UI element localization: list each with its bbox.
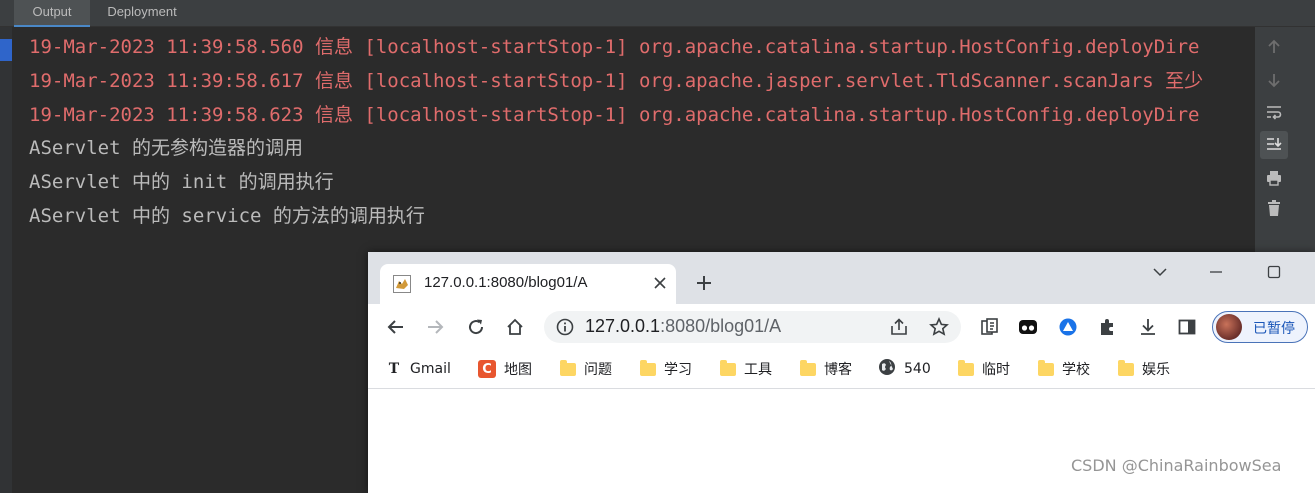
folder-icon — [958, 359, 974, 376]
arrow-up-icon[interactable] — [1261, 34, 1287, 60]
scroll-to-end-icon[interactable] — [1260, 131, 1288, 159]
tampermonkey-icon[interactable] — [1016, 315, 1040, 339]
bookmarks-bar: T Gmail C 地图 问题 学习 工具 博客 540 临时 学校 娱乐 — [368, 350, 1315, 389]
soft-wrap-icon[interactable] — [1261, 99, 1287, 125]
bookmark-label: 地图 — [504, 362, 532, 378]
minimize-icon[interactable] — [1201, 260, 1231, 284]
log-line: AServlet 的无参构造器的调用 — [29, 137, 303, 159]
tab-deployment[interactable]: Deployment — [92, 0, 192, 26]
bookmark-folder[interactable]: 娱乐 — [1118, 358, 1170, 380]
arrow-down-icon[interactable] — [1261, 67, 1287, 93]
log-line: 19-Mar-2023 11:39:58.623 信息 [localhost-s… — [29, 104, 1200, 126]
bookmark-label: Gmail — [410, 361, 451, 377]
watermark: CSDN @ChinaRainbowSea — [1071, 456, 1282, 475]
avatar — [1216, 314, 1242, 340]
url-host: 127.0.0.1 — [585, 316, 661, 336]
folder-icon — [1038, 359, 1054, 376]
bookmark-folder[interactable]: 学习 — [640, 358, 692, 380]
log-line: AServlet 中的 service 的方法的调用执行 — [29, 205, 425, 227]
bookmark-folder[interactable]: 工具 — [720, 358, 772, 380]
bookmark-label: 临时 — [982, 362, 1010, 378]
profile-button[interactable]: 已暂停 — [1212, 311, 1308, 343]
back-arrow-icon[interactable] — [382, 313, 410, 341]
bookmark-folder[interactable]: 博客 — [800, 358, 852, 380]
bookmark-label: 工具 — [744, 362, 772, 378]
folder-icon — [640, 359, 656, 376]
new-tab-plus-icon[interactable] — [691, 270, 717, 296]
bookmark-label: 学校 — [1062, 362, 1090, 378]
log-line: AServlet 中的 init 的调用执行 — [29, 171, 334, 193]
browser-toolbar: 127.0.0.1:8080/blog01/A 已暂停 — [368, 304, 1315, 350]
gmail-icon: T — [388, 361, 400, 377]
console-gutter — [0, 27, 12, 493]
bookmark-label: 博客 — [824, 362, 852, 378]
maps-icon: C — [478, 360, 496, 378]
browser-titlebar: 127.0.0.1:8080/blog01/A — [368, 252, 1315, 304]
bookmark-label: 540 — [904, 361, 931, 377]
bookmark-maps[interactable]: C 地图 — [478, 358, 532, 380]
close-icon[interactable] — [650, 273, 670, 293]
folder-icon — [720, 359, 736, 376]
globe-icon — [878, 358, 896, 380]
log-line: 19-Mar-2023 11:39:58.617 信息 [localhost-s… — [29, 70, 1204, 92]
trash-icon[interactable] — [1261, 195, 1287, 221]
url-path: :8080/blog01/A — [660, 316, 782, 336]
address-bar[interactable]: 127.0.0.1:8080/blog01/A — [544, 311, 961, 343]
tab-output[interactable]: Output — [14, 0, 90, 27]
bookmark-folder[interactable]: 学校 — [1038, 358, 1090, 380]
bookmark-label: 学习 — [664, 362, 692, 378]
folder-icon — [800, 359, 816, 376]
folder-icon — [1118, 359, 1134, 376]
bookmark-label: 问题 — [584, 362, 612, 378]
gutter-marker — [0, 39, 12, 61]
bookmark-label: 娱乐 — [1142, 362, 1170, 378]
reload-icon[interactable] — [462, 313, 490, 341]
bookmark-gmail[interactable]: T Gmail — [386, 358, 451, 380]
side-panel-icon[interactable] — [1175, 315, 1199, 339]
bookmark-folder[interactable]: 临时 — [958, 358, 1010, 380]
folder-icon — [560, 359, 576, 376]
download-icon[interactable] — [1136, 315, 1160, 339]
url-text[interactable]: 127.0.0.1:8080/blog01/A — [585, 316, 781, 337]
star-icon[interactable] — [929, 317, 949, 341]
browser-tab[interactable]: 127.0.0.1:8080/blog01/A — [380, 264, 676, 304]
forward-arrow-icon[interactable] — [421, 313, 449, 341]
chevron-down-icon[interactable] — [1145, 260, 1175, 284]
maximize-icon[interactable] — [1259, 260, 1289, 284]
extension-triangle-icon[interactable] — [1056, 315, 1080, 339]
log-line: 19-Mar-2023 11:39:58.560 信息 [localhost-s… — [29, 36, 1200, 58]
profile-status-label: 已暂停 — [1253, 321, 1295, 337]
tab-title: 127.0.0.1:8080/blog01/A — [424, 274, 588, 291]
reading-list-icon[interactable] — [978, 315, 1002, 339]
info-icon[interactable] — [556, 318, 574, 340]
page-content[interactable] — [368, 389, 1315, 493]
print-icon[interactable] — [1261, 165, 1287, 191]
ide-tab-bar: Output Deployment — [0, 0, 1315, 27]
puzzle-icon[interactable] — [1095, 315, 1119, 339]
share-icon[interactable] — [889, 317, 909, 341]
tomcat-favicon-icon — [393, 275, 411, 293]
home-icon[interactable] — [501, 313, 529, 341]
bookmark-540[interactable]: 540 — [878, 358, 931, 380]
bookmark-folder[interactable]: 问题 — [560, 358, 612, 380]
